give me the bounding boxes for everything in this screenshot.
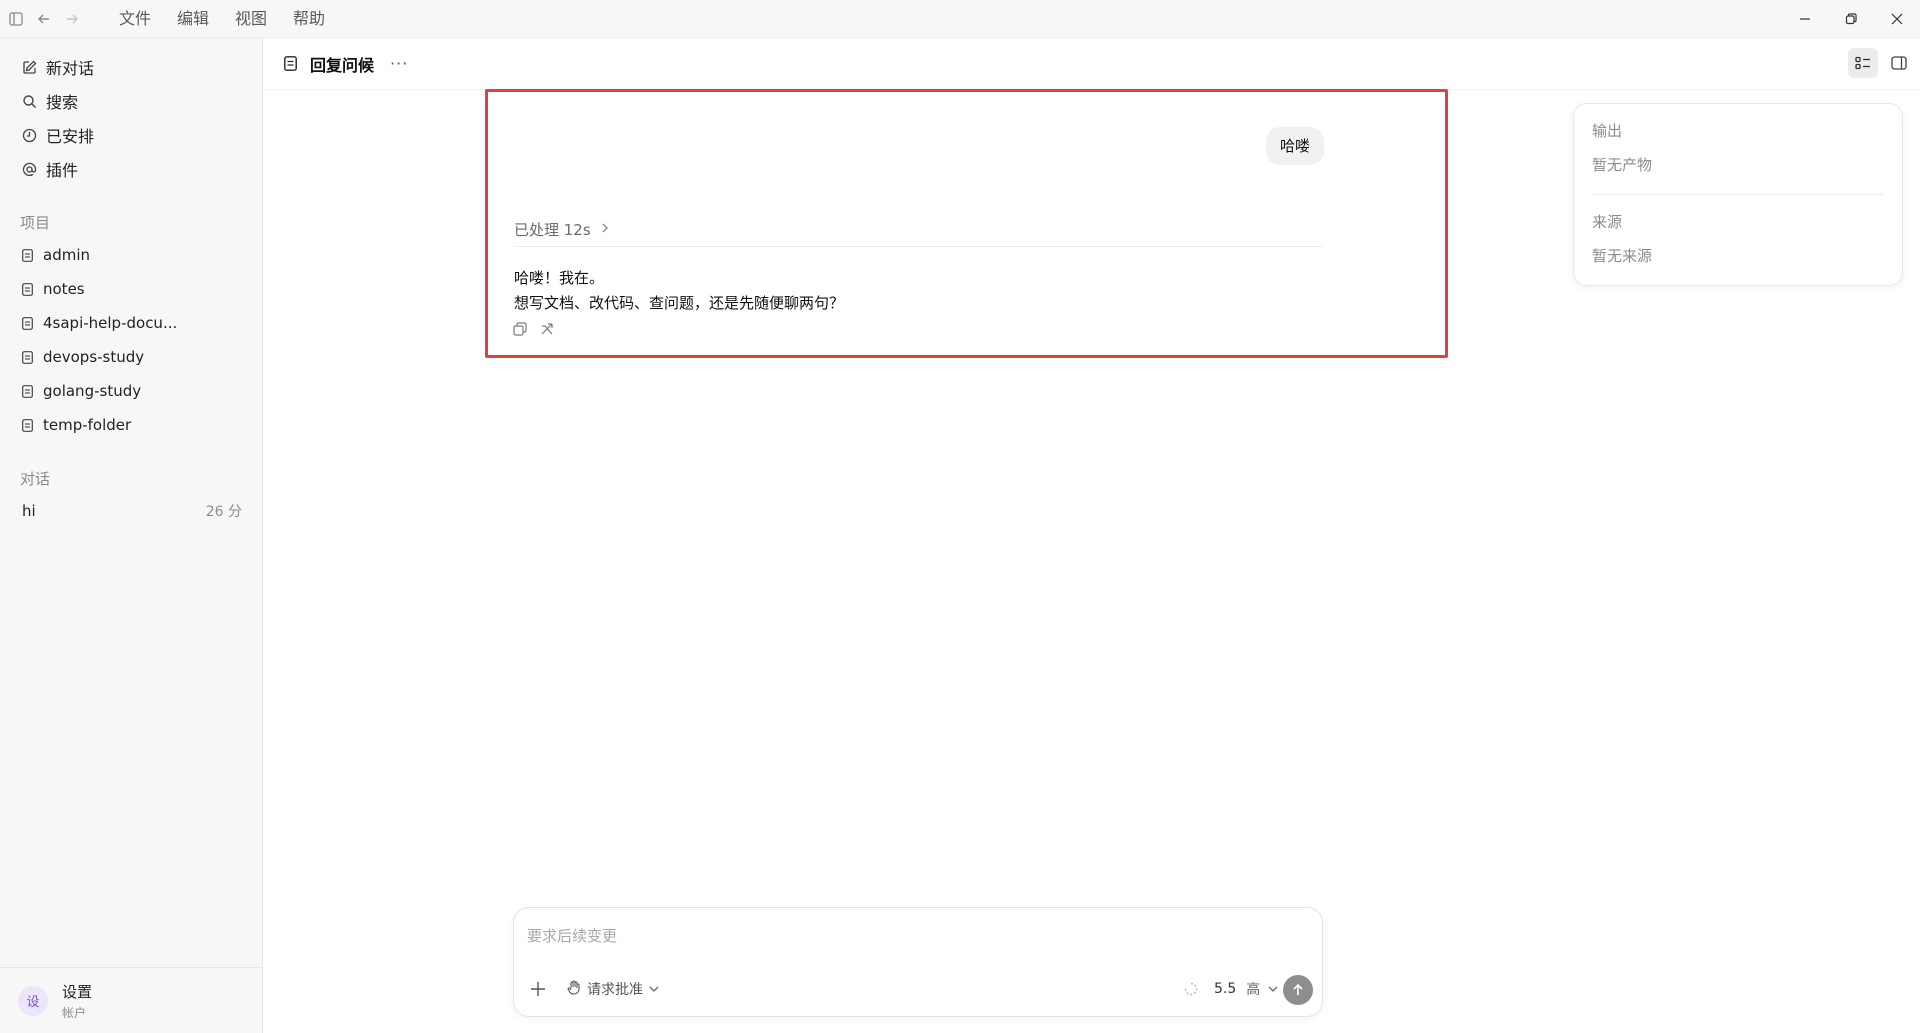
reply-line: 哈喽！我在。 xyxy=(514,269,605,287)
settings-text: 设置 帐户 xyxy=(62,981,92,1021)
at-icon xyxy=(20,160,38,178)
chat-header: 回复问候 ··· xyxy=(264,38,1920,90)
search-label: 搜索 xyxy=(46,93,79,112)
search-icon xyxy=(20,92,38,110)
plugins-button[interactable]: 插件 xyxy=(0,152,262,186)
project-label: devops-study xyxy=(43,348,145,366)
branch-icon[interactable] xyxy=(540,321,556,337)
sidebar-toggle-icon[interactable] xyxy=(2,0,30,38)
model-label: 5.5 xyxy=(1214,981,1237,997)
divider xyxy=(514,246,1322,247)
project-label: admin xyxy=(43,246,90,264)
scheduled-label: 已安排 xyxy=(46,127,95,146)
avatar: 设 xyxy=(18,985,48,1016)
artifacts-panel: 输出 暂无产物 来源 暂无来源 xyxy=(1573,103,1903,286)
sources-empty-text: 暂无来源 xyxy=(1592,247,1653,265)
project-item-notes[interactable]: notes xyxy=(0,272,262,306)
conversation-time: 26 分 xyxy=(205,504,242,520)
more-options-button[interactable]: ··· xyxy=(390,54,408,73)
reply-line: 想写文档、改代码、查问题，还是先随便聊两句？ xyxy=(514,294,845,312)
document-icon xyxy=(20,247,34,263)
header-actions xyxy=(1848,48,1914,78)
plugins-label: 插件 xyxy=(46,161,79,180)
project-item-temp-folder[interactable]: temp-folder xyxy=(0,408,262,442)
document-icon xyxy=(282,55,298,73)
account-subtitle: 帐户 xyxy=(62,1005,87,1020)
approval-label: 请求批准 xyxy=(587,982,643,998)
new-chat-button[interactable]: 新对话 xyxy=(0,50,262,84)
sources-label: 来源 xyxy=(1592,213,1623,231)
project-label: 4sapi-help-docu... xyxy=(43,314,178,332)
composer: 请求批准 5.5 高 xyxy=(513,907,1323,1017)
assistant-reply: 哈喽！我在。 想写文档、改代码、查问题，还是先随便聊两句？ xyxy=(514,266,844,316)
conversation-title: hi xyxy=(22,502,36,520)
panel-divider xyxy=(1592,194,1884,195)
approval-dropdown[interactable]: 请求批准 xyxy=(567,979,659,999)
copy-icon[interactable] xyxy=(512,321,528,337)
document-icon xyxy=(20,281,34,297)
menu-help[interactable]: 帮助 xyxy=(280,0,338,38)
project-label: temp-folder xyxy=(43,416,132,434)
edit-icon xyxy=(20,58,38,76)
forward-arrow-icon[interactable] xyxy=(58,0,86,38)
minimize-icon[interactable] xyxy=(1782,0,1828,38)
panel-toggle-icon[interactable] xyxy=(1884,48,1914,78)
reply-actions xyxy=(512,321,556,337)
clock-icon xyxy=(20,126,38,144)
close-icon[interactable] xyxy=(1874,0,1920,38)
document-icon xyxy=(20,417,34,433)
message-input[interactable] xyxy=(527,922,1287,950)
document-icon xyxy=(20,315,34,331)
document-icon xyxy=(20,349,34,365)
conversations-section-label: 对话 xyxy=(20,470,51,488)
chevron-right-icon xyxy=(601,222,609,237)
chevron-down-icon xyxy=(1268,983,1278,996)
output-label: 输出 xyxy=(1592,122,1623,140)
project-item-admin[interactable]: admin xyxy=(0,238,262,272)
chevron-down-icon xyxy=(649,983,659,996)
project-label: golang-study xyxy=(43,382,142,400)
back-arrow-icon[interactable] xyxy=(30,0,58,38)
plus-icon[interactable] xyxy=(526,977,550,1001)
search-button[interactable]: 搜索 xyxy=(0,84,262,118)
model-selector[interactable]: 5.5 高 xyxy=(1214,979,1278,999)
task-list-icon[interactable] xyxy=(1848,48,1878,78)
composer-toolbar: 请求批准 5.5 高 xyxy=(514,975,1322,1006)
window-controls xyxy=(1782,0,1920,38)
project-item-golang-study[interactable]: golang-study xyxy=(0,374,262,408)
arrow-up-icon xyxy=(1293,983,1303,995)
user-message-bubble: 哈喽 xyxy=(1266,127,1325,165)
scheduled-button[interactable]: 已安排 xyxy=(0,118,262,152)
project-item-devops-study[interactable]: devops-study xyxy=(0,340,262,374)
restore-icon[interactable] xyxy=(1828,0,1874,38)
new-chat-label: 新对话 xyxy=(46,59,95,78)
menu-edit[interactable]: 编辑 xyxy=(164,0,222,38)
project-label: notes xyxy=(43,280,85,298)
loading-icon xyxy=(1184,981,1200,997)
reasoning-level: 高 xyxy=(1246,982,1261,998)
menu-bar: 文件 编辑 视图 帮助 xyxy=(106,0,338,38)
title-bar: 文件 编辑 视图 帮助 xyxy=(0,0,1920,38)
menu-view[interactable]: 视图 xyxy=(222,0,280,38)
settings-title: 设置 xyxy=(62,982,93,1001)
output-empty-text: 暂无产物 xyxy=(1592,156,1653,174)
project-item-4sapi[interactable]: 4sapi-help-docu... xyxy=(0,306,262,340)
settings-button[interactable]: 设 设置 帐户 xyxy=(0,967,263,1033)
sidebar: 新对话 搜索 已安排 插件 项目 admin notes 4sapi-help-… xyxy=(0,38,263,1033)
project-list: admin notes 4sapi-help-docu... devops-st… xyxy=(0,238,262,442)
document-icon xyxy=(20,383,34,399)
send-button[interactable] xyxy=(1283,975,1313,1005)
conversation-item-hi[interactable]: hi 26 分 xyxy=(0,494,262,528)
menu-file[interactable]: 文件 xyxy=(106,0,164,38)
processed-label: 已处理 12s xyxy=(514,221,591,239)
processed-status[interactable]: 已处理 12s xyxy=(514,219,609,240)
sidebar-nav: 新对话 搜索 已安排 插件 xyxy=(0,38,262,186)
projects-section-label: 项目 xyxy=(20,214,51,232)
hand-icon xyxy=(567,979,581,999)
chat-title: 回复问候 xyxy=(310,55,375,75)
